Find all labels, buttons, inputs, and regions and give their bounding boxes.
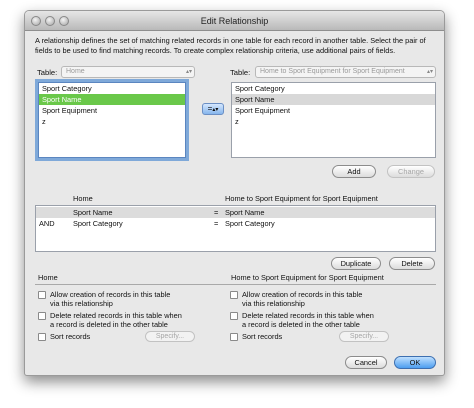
cancel-button[interactable]: Cancel xyxy=(345,356,387,369)
right-allow-creation-label-2: via this relationship xyxy=(242,299,305,308)
left-table-popup[interactable]: Home ▴▾ xyxy=(61,66,195,78)
criteria-table: Sport Name = Sport Name AND Sport Catego… xyxy=(35,205,436,252)
chevron-updown-icon: ▴▾ xyxy=(185,69,192,75)
left-delete-related-label-2: a record is deleted in the other table xyxy=(50,320,168,329)
left-delete-related-label-1: Delete related records in this table whe… xyxy=(50,311,182,320)
criteria-header-left: Home xyxy=(73,194,93,203)
list-item[interactable]: Sport Category xyxy=(232,83,435,94)
left-allow-creation-checkbox[interactable] xyxy=(38,291,46,299)
list-item[interactable]: z xyxy=(39,116,185,127)
right-field-list[interactable]: Sport Category Sport Name Sport Equipmen… xyxy=(231,82,436,158)
change-button[interactable]: Change xyxy=(387,165,435,178)
zoom-window-icon[interactable] xyxy=(59,16,69,26)
list-item[interactable]: z xyxy=(232,116,435,127)
criteria-right-field: Sport Category xyxy=(225,219,275,228)
left-allow-creation-label-2: via this relationship xyxy=(50,299,113,308)
right-table-popup-value: Home to Sport Equipment for Sport Equipm… xyxy=(260,68,405,75)
operator-popup[interactable]: =▴▾ xyxy=(202,103,224,115)
table-row[interactable]: AND Sport Category = Sport Category xyxy=(36,218,435,229)
list-item[interactable]: Sport Equipment xyxy=(39,105,185,116)
criteria-left-field: Sport Category xyxy=(73,219,123,228)
right-delete-related-label-1: Delete related records in this table whe… xyxy=(242,311,374,320)
list-item[interactable]: Sport Equipment xyxy=(232,105,435,116)
title-bar: Edit Relationship xyxy=(25,11,444,31)
chevron-updown-icon: ▴▾ xyxy=(426,69,433,75)
right-allow-creation-label-1: Allow creation of records in this table xyxy=(242,290,363,299)
left-field-list[interactable]: Sport Category Sport Name Sport Equipmen… xyxy=(38,82,186,158)
close-window-icon[interactable] xyxy=(31,16,41,26)
criteria-operator: = xyxy=(214,208,219,217)
left-allow-creation-label-1: Allow creation of records in this table xyxy=(50,290,171,299)
right-delete-related-checkbox[interactable] xyxy=(230,312,238,320)
right-specify-button[interactable]: Specify... xyxy=(339,331,389,342)
criteria-operator: = xyxy=(214,219,219,228)
list-item-selected[interactable]: Sport Name xyxy=(39,94,185,105)
left-specify-button[interactable]: Specify... xyxy=(145,331,195,342)
right-table-label: Table: xyxy=(230,68,251,77)
table-row[interactable]: Sport Name = Sport Name xyxy=(36,207,435,218)
right-options-title: Home to Sport Equipment for Sport Equipm… xyxy=(231,273,384,282)
criteria-right-field: Sport Name xyxy=(225,208,265,217)
right-table-popup[interactable]: Home to Sport Equipment for Sport Equipm… xyxy=(255,66,436,78)
section-divider xyxy=(35,284,436,285)
right-sort-records-label: Sort records xyxy=(242,332,283,341)
minimize-window-icon[interactable] xyxy=(45,16,55,26)
left-sort-records-checkbox[interactable] xyxy=(38,333,46,341)
criteria-left-field: Sport Name xyxy=(73,208,113,217)
right-allow-creation-checkbox[interactable] xyxy=(230,291,238,299)
list-item[interactable]: Sport Category xyxy=(39,83,185,94)
criteria-conjunction: AND xyxy=(39,219,55,228)
right-delete-related-label-2: a record is deleted in the other table xyxy=(242,320,360,329)
left-delete-related-checkbox[interactable] xyxy=(38,312,46,320)
left-sort-records-label: Sort records xyxy=(50,332,91,341)
duplicate-button[interactable]: Duplicate xyxy=(331,257,381,270)
right-sort-records-checkbox[interactable] xyxy=(230,333,238,341)
left-table-popup-value: Home xyxy=(66,68,85,75)
delete-button[interactable]: Delete xyxy=(389,257,435,270)
ok-button[interactable]: OK xyxy=(394,356,436,369)
description-text: A relationship defines the set of matchi… xyxy=(35,36,426,55)
list-item-selected[interactable]: Sport Name xyxy=(232,94,435,105)
left-table-label: Table: xyxy=(37,68,58,77)
criteria-header-right: Home to Sport Equipment for Sport Equipm… xyxy=(225,194,378,203)
edit-relationship-dialog: Edit Relationship A relationship defines… xyxy=(24,10,445,376)
left-options-title: Home xyxy=(38,273,58,282)
window-title: Edit Relationship xyxy=(200,16,269,26)
add-button[interactable]: Add xyxy=(332,165,376,178)
chevron-updown-icon: ▴▾ xyxy=(212,107,219,113)
